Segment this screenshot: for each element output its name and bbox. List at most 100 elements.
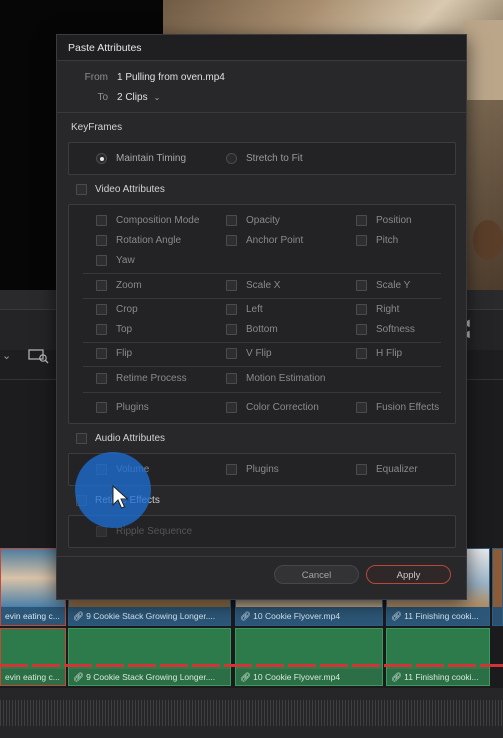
chevron-down-icon[interactable]: ⌄ bbox=[2, 349, 11, 362]
checkbox-icon bbox=[226, 280, 237, 291]
option-retime-process[interactable]: Retime Process bbox=[96, 373, 187, 384]
audio-clip[interactable]: 🔗︎ 10 Cookie Flyover.mp4 bbox=[235, 628, 383, 686]
option-zoom[interactable]: Zoom bbox=[96, 280, 142, 291]
clip-label: evin eating c... bbox=[1, 607, 65, 625]
checkbox-icon bbox=[226, 464, 237, 475]
option-composition-mode[interactable]: Composition Mode bbox=[96, 215, 199, 226]
checkbox-icon bbox=[226, 348, 237, 359]
option-softness[interactable]: Softness bbox=[356, 324, 415, 335]
checkbox-icon bbox=[226, 215, 237, 226]
option-opacity[interactable]: Opacity bbox=[226, 215, 280, 226]
checkbox-icon bbox=[96, 324, 107, 335]
link-icon: 🔗︎ bbox=[73, 611, 87, 621]
radio-selected-icon bbox=[96, 153, 107, 164]
option-audio-plugins[interactable]: Plugins bbox=[226, 464, 279, 475]
audio-waveform bbox=[0, 700, 503, 726]
option-pitch[interactable]: Pitch bbox=[356, 235, 398, 246]
option-h-flip[interactable]: H Flip bbox=[356, 348, 402, 359]
checkbox-icon bbox=[96, 348, 107, 359]
option-right[interactable]: Right bbox=[356, 304, 399, 315]
checkbox-icon bbox=[96, 280, 107, 291]
option-equalizer[interactable]: Equalizer bbox=[356, 464, 418, 475]
option-bottom[interactable]: Bottom bbox=[226, 324, 278, 335]
audio-clip[interactable]: 🔗︎ 11 Finishing cooki... bbox=[386, 628, 490, 686]
apply-button[interactable]: Apply bbox=[366, 565, 451, 584]
option-flip[interactable]: Flip bbox=[96, 348, 132, 359]
option-color-correction[interactable]: Color Correction bbox=[226, 402, 319, 413]
from-label: From bbox=[84, 72, 108, 83]
checkbox-icon bbox=[226, 304, 237, 315]
clip-label: 🔗︎ 9 Cookie Stack Growing Longer.... bbox=[69, 607, 230, 625]
radio-unselected-icon bbox=[226, 153, 237, 164]
checkbox-icon bbox=[96, 402, 107, 413]
radio-stretch-to-fit[interactable]: Stretch to Fit bbox=[226, 153, 303, 164]
checkbox-icon bbox=[356, 402, 367, 413]
option-plugins[interactable]: Plugins bbox=[96, 402, 149, 413]
to-row: To 2 Clips ⌄ bbox=[57, 92, 466, 108]
section-divider bbox=[57, 112, 466, 113]
option-position[interactable]: Position bbox=[356, 215, 412, 226]
section-divider bbox=[57, 556, 466, 557]
option-scale-x[interactable]: Scale X bbox=[226, 280, 280, 291]
radio-maintain-timing[interactable]: Maintain Timing bbox=[96, 153, 186, 164]
clip-thumbnail bbox=[493, 549, 502, 607]
option-top[interactable]: Top bbox=[96, 324, 132, 335]
checkbox-icon bbox=[96, 304, 107, 315]
audio-level-line bbox=[0, 664, 503, 667]
option-crop[interactable]: Crop bbox=[96, 304, 138, 315]
row-divider bbox=[83, 273, 441, 274]
viewer-content-detail bbox=[463, 20, 503, 100]
link-icon: 🔗︎ bbox=[240, 672, 254, 682]
video-attributes-checkbox[interactable]: Video Attributes bbox=[76, 184, 165, 195]
option-fusion-effects[interactable]: Fusion Effects bbox=[356, 402, 439, 413]
checkbox-icon bbox=[76, 184, 87, 195]
checkbox-icon bbox=[356, 280, 367, 291]
playhead-nav-icons[interactable]: ◀ ◀ bbox=[462, 318, 503, 340]
to-dropdown[interactable]: 2 Clips ⌄ bbox=[117, 92, 160, 103]
keyframes-label: KeyFrames bbox=[71, 122, 123, 133]
viewer-content-detail bbox=[473, 220, 503, 260]
audio-attributes-checkbox[interactable]: Audio Attributes bbox=[76, 433, 165, 444]
option-motion-estimation[interactable]: Motion Estimation bbox=[226, 373, 325, 384]
link-icon: 🔗︎ bbox=[391, 672, 405, 682]
checkbox-icon bbox=[356, 215, 367, 226]
zoom-icon[interactable] bbox=[28, 348, 50, 364]
from-value: 1 Pulling from oven.mp4 bbox=[117, 72, 225, 83]
row-divider bbox=[83, 342, 441, 343]
link-icon: 🔗︎ bbox=[73, 672, 87, 682]
checkbox-icon bbox=[96, 255, 107, 266]
checkbox-icon bbox=[226, 402, 237, 413]
source-target-section: From 1 Pulling from oven.mp4 To 2 Clips ⌄ bbox=[57, 69, 466, 111]
link-icon: 🔗︎ bbox=[240, 611, 254, 621]
from-row: From 1 Pulling from oven.mp4 bbox=[57, 72, 466, 88]
checkbox-icon bbox=[76, 433, 87, 444]
audio-clip[interactable]: 🔗︎ 9 Cookie Stack Growing Longer.... bbox=[68, 628, 231, 686]
video-clip[interactable] bbox=[492, 548, 503, 626]
option-rotation-angle[interactable]: Rotation Angle bbox=[96, 235, 181, 246]
clip-label: 🔗︎ 11 Finishing cooki... bbox=[387, 669, 489, 685]
keyframes-options-box: Maintain Timing Stretch to Fit bbox=[68, 142, 456, 175]
option-yaw[interactable]: Yaw bbox=[96, 255, 135, 266]
option-left[interactable]: Left bbox=[226, 304, 263, 315]
clip-label: 🔗︎ 10 Cookie Flyover.mp4 bbox=[236, 607, 382, 625]
checkbox-icon bbox=[356, 348, 367, 359]
option-scale-y[interactable]: Scale Y bbox=[356, 280, 410, 291]
clip-label: 🔗︎ 11 Finishing cooki... bbox=[387, 607, 489, 625]
chevron-down-icon: ⌄ bbox=[153, 93, 161, 102]
cancel-button[interactable]: Cancel bbox=[274, 565, 359, 584]
row-divider bbox=[83, 366, 441, 367]
checkbox-icon bbox=[96, 235, 107, 246]
checkbox-icon bbox=[226, 235, 237, 246]
checkbox-icon bbox=[96, 526, 107, 537]
video-attributes-box: Composition Mode Opacity Position Rotati… bbox=[68, 204, 456, 424]
mouse-cursor-icon bbox=[112, 485, 129, 509]
checkbox-icon bbox=[96, 215, 107, 226]
checkbox-icon bbox=[356, 464, 367, 475]
row-divider bbox=[83, 392, 441, 393]
clip-label: evin eating c... bbox=[1, 669, 65, 685]
audio-clip[interactable]: evin eating c... bbox=[0, 628, 66, 686]
checkbox-icon bbox=[226, 373, 237, 384]
clip-label: 🔗︎ 9 Cookie Stack Growing Longer.... bbox=[69, 669, 230, 685]
option-v-flip[interactable]: V Flip bbox=[226, 348, 272, 359]
option-anchor-point[interactable]: Anchor Point bbox=[226, 235, 303, 246]
